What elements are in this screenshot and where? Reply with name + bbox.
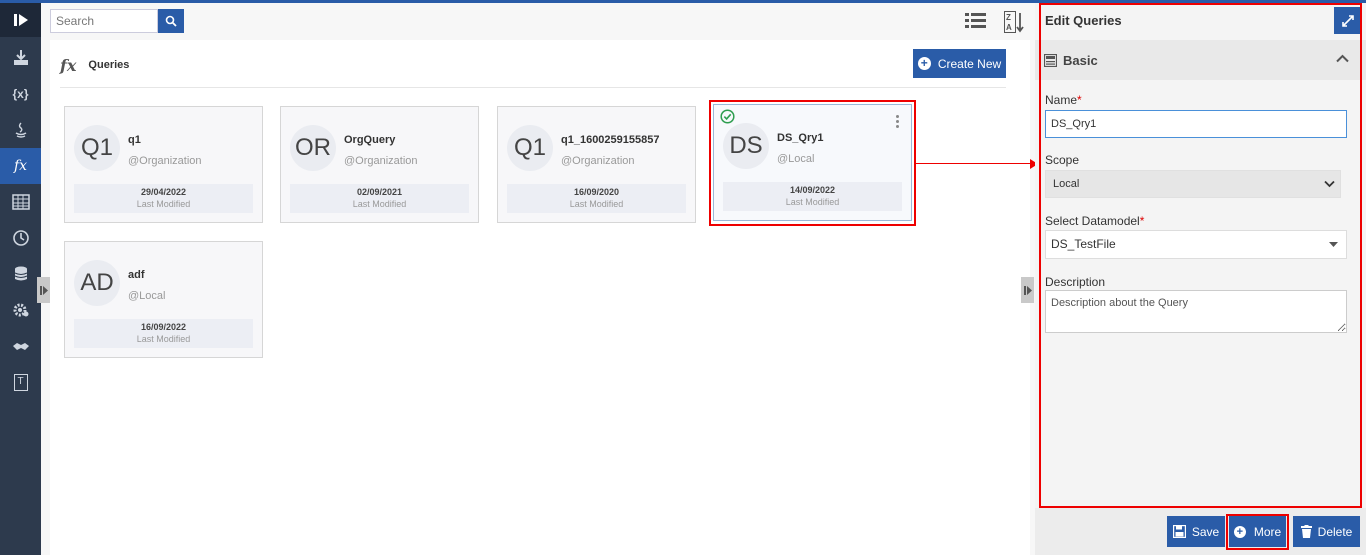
last-modified-label: Last Modified xyxy=(569,199,624,209)
card-footer: 02/09/2021 Last Modified xyxy=(290,184,469,213)
text-template-label: T xyxy=(13,373,28,391)
save-icon xyxy=(1172,525,1186,538)
fx-icon[interactable]: fx xyxy=(0,148,41,184)
app-logo-icon[interactable] xyxy=(0,3,41,37)
save-button[interactable]: Save xyxy=(1167,516,1225,547)
queries-content: fx Queries + Create New Q1 q1 @Organizat… xyxy=(50,40,1030,555)
query-name: adf xyxy=(128,269,145,281)
query-card-q1-1600259155857[interactable]: Q1 q1_1600259155857 @Organization 16/09/… xyxy=(497,106,696,223)
sort-az-icon[interactable]: ZA xyxy=(1004,11,1025,38)
last-modified-date: 02/09/2021 xyxy=(356,187,403,197)
download-icon[interactable] xyxy=(0,40,41,76)
last-modified-date: 29/04/2022 xyxy=(140,187,187,197)
last-modified-label: Last Modified xyxy=(136,199,191,209)
left-panel-toggle[interactable] xyxy=(37,277,50,303)
more-button-highlight xyxy=(1226,514,1289,550)
trash-icon xyxy=(1300,525,1312,538)
search-input[interactable] xyxy=(50,9,158,33)
query-scope: @Organization xyxy=(344,155,418,167)
panel-highlight xyxy=(1039,3,1362,508)
last-modified-label: Last Modified xyxy=(136,334,191,344)
main-area: ZA fx Queries + Create New Q1 q1 @Organi… xyxy=(37,3,1035,555)
search-button[interactable] xyxy=(158,9,184,33)
query-card-ds-qry1[interactable]: DS DS_Qry1 @Local 14/09/2022 Last Modifi… xyxy=(713,104,912,221)
query-scope: @Local xyxy=(128,290,166,302)
query-name: q1_1600259155857 xyxy=(561,134,660,146)
last-modified-date: 14/09/2022 xyxy=(789,185,836,195)
delete-label: Delete xyxy=(1317,524,1353,539)
last-modified-date: 16/09/2020 xyxy=(573,187,620,197)
search-icon xyxy=(165,15,177,27)
avatar: Q1 xyxy=(74,125,120,171)
plus-circle-icon: + xyxy=(917,57,931,70)
database-icon[interactable] xyxy=(0,256,41,292)
gear-network-icon[interactable] xyxy=(0,292,41,328)
query-scope: @Organization xyxy=(561,155,635,167)
query-scope: @Organization xyxy=(128,155,202,167)
create-new-label: Create New xyxy=(937,56,1002,71)
query-name: DS_Qry1 xyxy=(777,132,824,144)
expand-right-icon xyxy=(1023,285,1032,295)
annotation-arrow-line xyxy=(915,163,1030,164)
query-card-orgquery[interactable]: OR OrgQuery @Organization 02/09/2021 Las… xyxy=(280,106,479,223)
left-sidebar: {x} fx T xyxy=(0,3,41,555)
kebab-menu-icon[interactable] xyxy=(896,115,900,130)
fx-nav-label: fx xyxy=(13,158,28,174)
query-card-q1[interactable]: Q1 q1 @Organization 29/04/2022 Last Modi… xyxy=(64,106,263,223)
right-panel-toggle[interactable] xyxy=(1021,277,1034,303)
last-modified-label: Last Modified xyxy=(352,199,407,209)
create-new-button[interactable]: + Create New xyxy=(913,49,1006,78)
card-footer: 29/04/2022 Last Modified xyxy=(74,184,253,213)
svg-text:A: A xyxy=(1006,23,1012,32)
avatar: DS xyxy=(723,123,769,169)
panel-action-bar: Save + More Delete xyxy=(1035,508,1366,555)
list-view-icon[interactable] xyxy=(965,13,986,34)
variable-braces-icon[interactable]: {x} xyxy=(0,76,41,112)
table-icon[interactable] xyxy=(0,184,41,220)
avatar: Q1 xyxy=(507,125,553,171)
query-name: q1 xyxy=(128,134,141,146)
handshake-icon[interactable] xyxy=(0,328,41,364)
card-footer: 16/09/2020 Last Modified xyxy=(507,184,686,213)
delete-button[interactable]: Delete xyxy=(1293,516,1360,547)
clock-circle-icon[interactable] xyxy=(0,220,41,256)
edit-queries-panel: Edit Queries Basic Name* Scope Local Sel… xyxy=(1035,3,1366,555)
header-divider xyxy=(60,87,1006,88)
variable-braces-label: {x} xyxy=(12,87,29,101)
card-footer: 16/09/2022 Last Modified xyxy=(74,319,253,348)
avatar: OR xyxy=(290,125,336,171)
page-title: Queries xyxy=(88,59,130,71)
svg-text:Z: Z xyxy=(1006,13,1011,22)
save-label: Save xyxy=(1191,524,1220,539)
queries-header: fx Queries xyxy=(60,52,129,78)
query-scope: @Local xyxy=(777,153,815,165)
java-icon[interactable] xyxy=(0,112,41,148)
query-name: OrgQuery xyxy=(344,134,396,146)
expand-right-icon xyxy=(39,285,48,295)
last-modified-date: 16/09/2022 xyxy=(140,322,187,332)
last-modified-label: Last Modified xyxy=(785,197,840,207)
fx-heading-icon: fx xyxy=(60,55,77,75)
card-footer: 14/09/2022 Last Modified xyxy=(723,182,902,211)
avatar: AD xyxy=(74,260,120,306)
text-template-icon[interactable]: T xyxy=(0,364,41,400)
query-card-adf[interactable]: AD adf @Local 16/09/2022 Last Modified xyxy=(64,241,263,358)
